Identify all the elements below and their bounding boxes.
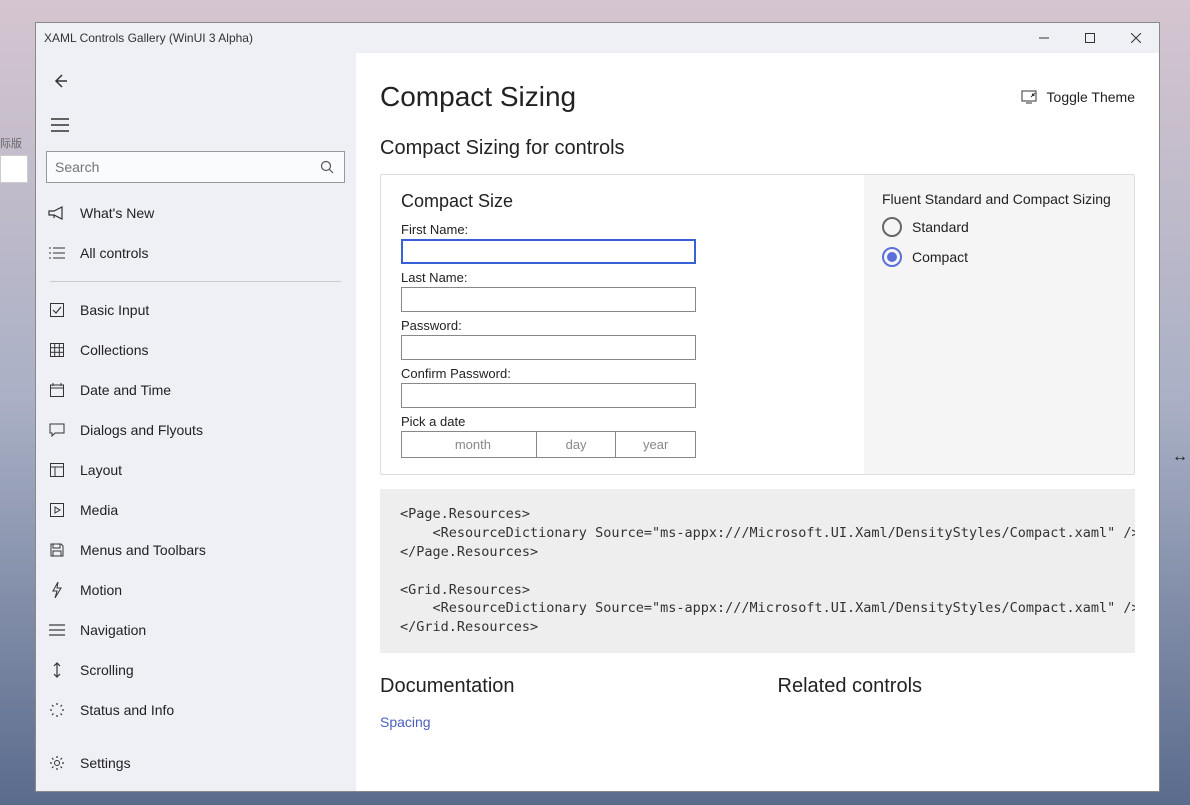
search-input[interactable] bbox=[55, 159, 318, 175]
nav-label: Scrolling bbox=[80, 662, 134, 678]
nav-list: What's New All controls Basic Input Coll… bbox=[36, 193, 355, 743]
minimize-button[interactable] bbox=[1021, 23, 1067, 53]
menu-icon bbox=[48, 621, 66, 639]
radio-standard[interactable]: Standard bbox=[882, 217, 1116, 237]
documentation-heading: Documentation bbox=[380, 675, 738, 698]
close-button[interactable] bbox=[1113, 23, 1159, 53]
nav-item-status[interactable]: Status and Info bbox=[36, 690, 355, 730]
window-title: XAML Controls Gallery (WinUI 3 Alpha) bbox=[36, 31, 253, 45]
play-icon bbox=[48, 501, 66, 519]
grid-icon bbox=[48, 341, 66, 359]
nav-item-menus[interactable]: Menus and Toolbars bbox=[36, 530, 355, 570]
example-card: Compact Size First Name: Last Name: Pass… bbox=[380, 174, 1135, 475]
doc-link-spacing[interactable]: Spacing bbox=[380, 714, 431, 730]
confirm-password-label: Confirm Password: bbox=[401, 366, 844, 381]
nav-item-navigation[interactable]: Navigation bbox=[36, 610, 355, 650]
search-icon bbox=[318, 158, 336, 176]
nav-item-scrolling[interactable]: Scrolling bbox=[36, 650, 355, 690]
nav-item-dialogs[interactable]: Dialogs and Flyouts bbox=[36, 410, 355, 450]
password-label: Password: bbox=[401, 318, 844, 333]
nav-divider bbox=[50, 281, 341, 282]
layout-icon bbox=[48, 461, 66, 479]
radio-icon bbox=[882, 247, 902, 267]
first-name-label: First Name: bbox=[401, 222, 844, 237]
search-box[interactable] bbox=[46, 151, 345, 183]
megaphone-icon bbox=[48, 204, 66, 222]
background-box bbox=[0, 155, 28, 183]
checkbox-icon bbox=[48, 301, 66, 319]
date-day[interactable]: day bbox=[537, 432, 617, 457]
nav-label: Status and Info bbox=[80, 702, 174, 718]
date-month[interactable]: month bbox=[402, 432, 537, 457]
nav-label: Layout bbox=[80, 462, 122, 478]
gear-icon bbox=[48, 754, 66, 772]
confirm-password-input[interactable] bbox=[401, 383, 696, 408]
nav-label: Navigation bbox=[80, 622, 146, 638]
date-year[interactable]: year bbox=[616, 432, 695, 457]
nav-label: Basic Input bbox=[80, 302, 149, 318]
scroll-icon bbox=[48, 661, 66, 679]
chat-icon bbox=[48, 421, 66, 439]
titlebar: XAML Controls Gallery (WinUI 3 Alpha) bbox=[36, 23, 1159, 53]
related-controls-heading: Related controls bbox=[778, 675, 1136, 698]
radio-compact[interactable]: Compact bbox=[882, 247, 1116, 267]
nav-label: Dialogs and Flyouts bbox=[80, 422, 203, 438]
last-name-input[interactable] bbox=[401, 287, 696, 312]
main-content: Compact Sizing Toggle Theme Compact Sizi… bbox=[356, 53, 1159, 791]
nav-label: Collections bbox=[80, 342, 148, 358]
nav-label: Date and Time bbox=[80, 382, 171, 398]
nav-label: All controls bbox=[80, 245, 148, 261]
nav-item-whats-new[interactable]: What's New bbox=[36, 193, 355, 233]
nav-item-motion[interactable]: Motion bbox=[36, 570, 355, 610]
sizing-options-title: Fluent Standard and Compact Sizing bbox=[882, 191, 1116, 207]
date-picker[interactable]: month day year bbox=[401, 431, 696, 458]
spinner-icon bbox=[48, 701, 66, 719]
nav-item-layout[interactable]: Layout bbox=[36, 450, 355, 490]
nav-item-collections[interactable]: Collections bbox=[36, 330, 355, 370]
save-icon bbox=[48, 541, 66, 559]
nav-label: Motion bbox=[80, 582, 122, 598]
page-title: Compact Sizing bbox=[380, 81, 576, 113]
nav-item-date-time[interactable]: Date and Time bbox=[36, 370, 355, 410]
theme-icon bbox=[1021, 88, 1039, 106]
window-buttons bbox=[1021, 23, 1159, 53]
code-sample[interactable]: <Page.Resources> <ResourceDictionary Sou… bbox=[380, 489, 1135, 653]
section-title: Compact Sizing for controls bbox=[380, 137, 1135, 160]
hamburger-button[interactable] bbox=[40, 105, 80, 145]
bolt-icon bbox=[48, 581, 66, 599]
radio-label: Compact bbox=[912, 249, 968, 265]
nav-item-media[interactable]: Media bbox=[36, 490, 355, 530]
background-text-fragment: 际版 bbox=[0, 135, 22, 151]
nav-label: Media bbox=[80, 502, 118, 518]
radio-label: Standard bbox=[912, 219, 969, 235]
first-name-input[interactable] bbox=[401, 239, 696, 264]
nav-label: Settings bbox=[80, 755, 131, 771]
card-title: Compact Size bbox=[401, 191, 844, 212]
sidebar: What's New All controls Basic Input Coll… bbox=[36, 53, 356, 791]
nav-item-settings[interactable]: Settings bbox=[36, 743, 355, 783]
password-input[interactable] bbox=[401, 335, 696, 360]
last-name-label: Last Name: bbox=[401, 270, 844, 285]
list-icon bbox=[48, 244, 66, 262]
nav-item-all-controls[interactable]: All controls bbox=[36, 233, 355, 273]
nav-label: Menus and Toolbars bbox=[80, 542, 206, 558]
app-window: XAML Controls Gallery (WinUI 3 Alpha) Wh… bbox=[35, 22, 1160, 792]
nav-item-basic-input[interactable]: Basic Input bbox=[36, 290, 355, 330]
calendar-icon bbox=[48, 381, 66, 399]
nav-label: What's New bbox=[80, 205, 154, 221]
toggle-theme-button[interactable]: Toggle Theme bbox=[1021, 88, 1135, 106]
toggle-theme-label: Toggle Theme bbox=[1047, 89, 1135, 105]
back-button[interactable] bbox=[40, 61, 80, 101]
maximize-button[interactable] bbox=[1067, 23, 1113, 53]
resize-cursor-icon: ↔ bbox=[1172, 448, 1188, 466]
radio-icon bbox=[882, 217, 902, 237]
pick-date-label: Pick a date bbox=[401, 414, 844, 429]
